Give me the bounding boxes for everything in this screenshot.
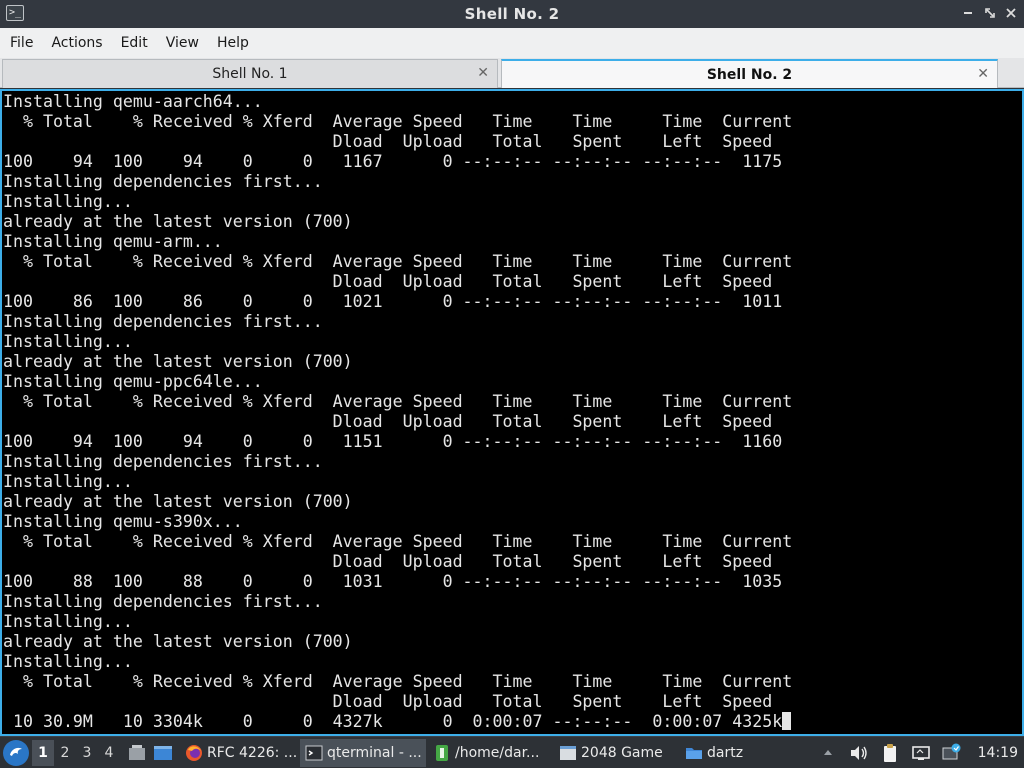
terminal-app-icon[interactable]: >_ — [6, 5, 24, 21]
desktop-4[interactable]: 4 — [98, 740, 120, 766]
task-firefox[interactable]: RFC 4226: ... — [180, 739, 298, 767]
task-label: RFC 4226: ... — [207, 744, 298, 761]
menu-help[interactable]: Help — [211, 35, 255, 51]
restore-icon[interactable] — [981, 4, 999, 22]
desktop-3[interactable]: 3 — [76, 740, 98, 766]
menu-edit[interactable]: Edit — [115, 35, 154, 51]
tab-label: Shell No. 1 — [212, 66, 288, 82]
terminal-line: Installing... — [3, 472, 133, 491]
taskbar: 1 2 3 4 RFC 4226: ... qterminal - ... /h… — [0, 736, 1024, 768]
task-qterminal[interactable]: qterminal - ... — [300, 738, 426, 767]
terminal-icon — [305, 744, 323, 762]
terminal-line: Installing dependencies first... — [3, 592, 323, 611]
start-menu-icon[interactable] — [3, 739, 29, 766]
window-titlebar[interactable]: >_ Shell No. 2 — [0, 0, 1024, 28]
menu-actions[interactable]: Actions — [45, 35, 108, 51]
menu-view[interactable]: View — [160, 35, 205, 51]
tab-close-icon[interactable]: ✕ — [477, 65, 489, 81]
terminal-line: 100 94 100 94 0 0 1167 0 --:--:-- --:--:… — [3, 152, 783, 171]
terminal-line: % Total % Received % Xferd Average Speed… — [3, 672, 793, 691]
tab-label: Shell No. 2 — [706, 66, 793, 83]
terminal-line: Installing qemu-arm... — [3, 232, 223, 251]
folder-icon — [685, 744, 703, 762]
close-icon[interactable] — [1002, 4, 1020, 22]
terminal-line: Dload Upload Total Spent Left Speed — [3, 412, 773, 431]
terminal-line: Installing... — [3, 612, 133, 631]
terminal-line: % Total % Received % Xferd Average Speed… — [3, 532, 793, 551]
terminal-line: Dload Upload Total Spent Left Speed — [3, 552, 773, 571]
task-label: 2048 Game — [581, 744, 663, 761]
terminal-line: Dload Upload Total Spent Left Speed — [3, 692, 773, 711]
task-label: qterminal - ... — [327, 744, 422, 761]
clipboard-icon[interactable] — [879, 742, 901, 764]
terminal-line: 100 94 100 94 0 0 1151 0 --:--:-- --:--:… — [3, 432, 783, 451]
terminal-line: already at the latest version (700) — [3, 352, 353, 371]
system-tray: 14:19 — [817, 737, 1024, 768]
task-label: /home/dar... — [455, 744, 540, 761]
terminal-line: Installing qemu-ppc64le... — [3, 372, 263, 391]
task-dartz[interactable]: dartz — [680, 739, 800, 767]
terminal-line: 100 86 100 86 0 0 1021 0 --:--:-- --:--:… — [3, 292, 783, 311]
terminal-line: Installing dependencies first... — [3, 172, 323, 191]
terminal-line: Installing qemu-aarch64... — [3, 92, 263, 111]
firefox-icon — [185, 744, 203, 762]
tab-shell-1[interactable]: Shell No. 1 ✕ — [2, 59, 498, 88]
window-list-icon[interactable] — [150, 740, 176, 766]
terminal-cursor — [782, 712, 792, 730]
window-icon — [559, 744, 577, 762]
menubar: File Actions Edit View Help — [0, 28, 1024, 58]
network-icon[interactable] — [910, 742, 932, 764]
terminal-lines: Installing qemu-aarch64... % Total % Rec… — [2, 92, 792, 732]
terminal-line: % Total % Received % Xferd Average Speed… — [3, 392, 793, 411]
up-arrow-icon[interactable] — [817, 742, 839, 764]
terminal-line: Installing dependencies first... — [3, 312, 323, 331]
update-icon[interactable] — [941, 742, 963, 764]
show-desktop-icon[interactable] — [124, 740, 150, 766]
terminal-line: Installing... — [3, 332, 133, 351]
terminal-line: % Total % Received % Xferd Average Speed… — [3, 252, 793, 271]
terminal-line: 100 88 100 88 0 0 1031 0 --:--:-- --:--:… — [3, 572, 783, 591]
minimize-icon[interactable] — [959, 4, 977, 22]
terminal-line: 10 30.9M 10 3304k 0 0 4327k 0 0:00:07 --… — [2, 712, 792, 732]
tab-shell-2[interactable]: Shell No. 2 ✕ — [501, 59, 998, 88]
volume-icon[interactable] — [848, 742, 870, 764]
tab-bar: Shell No. 1 ✕ Shell No. 2 ✕ — [0, 58, 1024, 88]
desktop-1[interactable]: 1 — [32, 739, 54, 766]
terminal-line: Dload Upload Total Spent Left Speed — [3, 272, 773, 291]
task-file-manager[interactable]: /home/dar... — [428, 739, 552, 767]
terminal-line: Dload Upload Total Spent Left Speed — [3, 132, 773, 151]
tab-close-icon[interactable]: ✕ — [977, 66, 989, 82]
clock[interactable]: 14:19 — [978, 745, 1018, 761]
task-2048-game[interactable]: 2048 Game — [554, 739, 678, 767]
terminal-line: already at the latest version (700) — [3, 492, 353, 511]
terminal-line: Installing qemu-s390x... — [3, 512, 243, 531]
terminal-line: Installing dependencies first... — [3, 452, 323, 471]
terminal-line: Installing... — [3, 652, 133, 671]
window-title: Shell No. 2 — [464, 5, 560, 23]
terminal-line: already at the latest version (700) — [3, 212, 353, 231]
terminal-line: Installing... — [3, 192, 133, 211]
terminal-output[interactable]: Installing qemu-aarch64... % Total % Rec… — [0, 89, 1024, 736]
terminal-line: % Total % Received % Xferd Average Speed… — [3, 112, 793, 131]
terminal-line: already at the latest version (700) — [3, 632, 353, 651]
file-manager-icon — [433, 744, 451, 762]
task-label: dartz — [707, 744, 744, 761]
menu-file[interactable]: File — [4, 35, 39, 51]
desktop-2[interactable]: 2 — [54, 740, 76, 766]
